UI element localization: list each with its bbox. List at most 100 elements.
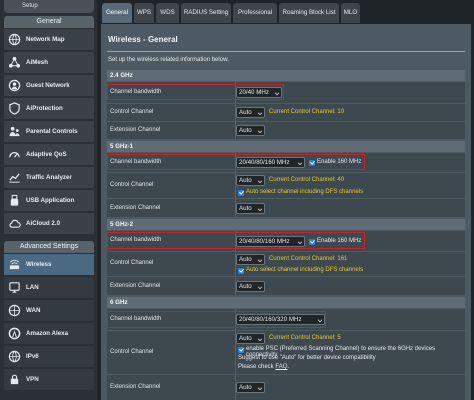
- usb-icon: [8, 194, 21, 207]
- chevron-down-icon: [257, 178, 263, 184]
- sidebar-item-label: IPv6: [26, 353, 39, 360]
- sidebar-item-adaptive-qos[interactable]: Adaptive QoS: [4, 144, 94, 166]
- sidebar-item-usb-application[interactable]: USB Application: [4, 190, 94, 212]
- faq-suffix: .: [287, 364, 290, 370]
- sidebar-item-aiprotection[interactable]: AiProtection: [4, 98, 94, 120]
- tab-professional[interactable]: Professional: [233, 3, 277, 23]
- chevron-down-icon: [257, 128, 263, 134]
- row-extension-6g: Extension Channel Auto: [107, 374, 465, 400]
- control-select-2g[interactable]: Auto: [236, 107, 265, 118]
- chevron-down-icon: [257, 284, 263, 290]
- suggest-auto-text: Suggest to use "Auto" for better device …: [238, 355, 376, 361]
- bandwidth-label: Channel bandwidth: [110, 237, 162, 243]
- dfs-checkbox-5g1[interactable]: [238, 189, 244, 196]
- extension-label: Extension Channel: [110, 205, 161, 211]
- setup-button[interactable]: Setup: [4, 0, 94, 13]
- wan-icon: [8, 304, 21, 317]
- extension-label: Extension Channel: [110, 127, 161, 133]
- sidebar-item-wan[interactable]: WAN: [4, 300, 94, 322]
- bandwidth-select-2g[interactable]: 20/40 MHz: [236, 87, 282, 98]
- select-value: Auto: [239, 283, 252, 290]
- row-control-5g2: Control Channel Auto Current Control Cha…: [107, 251, 465, 276]
- aimesh-icon: [8, 56, 21, 69]
- chevron-down-icon: [257, 385, 263, 391]
- select-value: 20/40/80/160/320 MHz: [239, 316, 302, 323]
- extension-label: Extension Channel: [110, 283, 161, 289]
- traffic-analyzer-icon: [8, 171, 21, 184]
- sidebar-item-label: AiCloud 2.0: [26, 220, 61, 227]
- sidebar-item-label: Guest Network: [26, 82, 70, 89]
- enable-160-checkbox-5g1[interactable]: [309, 159, 315, 166]
- aicloud-icon: [8, 217, 21, 230]
- extension-select-6g[interactable]: Auto: [236, 382, 265, 393]
- tab-wds[interactable]: WDS: [156, 3, 179, 23]
- band-header-5g2: 5 GHz-2: [107, 219, 465, 230]
- chevron-down-icon: [257, 257, 263, 263]
- select-value: Auto: [239, 177, 252, 184]
- extension-select-5g2[interactable]: Auto: [236, 281, 265, 292]
- general-section-header: General: [4, 16, 94, 28]
- dfs-checkbox-5g2[interactable]: [238, 267, 244, 274]
- bandwidth-label: Channel bandwidth: [110, 159, 162, 165]
- select-value: Auto: [239, 205, 252, 212]
- sidebar-item-traffic-analyzer[interactable]: Traffic Analyzer: [4, 167, 94, 189]
- control-select-5g2[interactable]: Auto: [236, 254, 265, 265]
- enable-160-checkbox-5g2[interactable]: [309, 238, 315, 245]
- row-bandwidth-5g1: Channel bandwidth 20/40/80/160 MHz Enabl…: [107, 152, 465, 172]
- bandwidth-select-5g1[interactable]: 20/40/80/160 MHz: [236, 157, 305, 168]
- select-value: 20/40/80/160 MHz: [239, 159, 290, 166]
- sidebar-item-label: AiMesh: [26, 59, 49, 66]
- router-admin-screen: Setup General Network Map AiMesh Guest N…: [0, 0, 474, 400]
- chevron-down-icon: [257, 336, 263, 342]
- sidebar-item-label: USB Application: [26, 197, 75, 204]
- select-value: Auto: [239, 335, 252, 342]
- wireless-icon: [8, 258, 21, 271]
- alexa-icon: [8, 327, 21, 340]
- current-channel-5g1: Current Control Channel: 40: [269, 177, 345, 183]
- guest-network-icon: [8, 79, 21, 92]
- tab-roaming-block-list[interactable]: Roaming Block List: [279, 3, 339, 23]
- extension-select-5g1[interactable]: Auto: [236, 203, 265, 214]
- sidebar-item-guest-network[interactable]: Guest Network: [4, 75, 94, 97]
- chevron-down-icon: [297, 239, 303, 245]
- enable-160-label-5g2: Enable 160 MHz: [317, 238, 362, 244]
- sidebar-item-parental-controls[interactable]: Parental Controls: [4, 121, 94, 143]
- control-select-5g1[interactable]: Auto: [236, 175, 265, 186]
- bandwidth-label: Channel bandwidth: [110, 89, 162, 95]
- sidebar-item-label: Network Map: [26, 36, 65, 43]
- tab-wps[interactable]: WPS: [134, 3, 154, 23]
- bandwidth-label: Channel bandwidth: [110, 316, 162, 322]
- chevron-down-icon: [297, 160, 303, 166]
- bandwidth-select-6g[interactable]: 20/40/80/160/320 MHz: [236, 314, 325, 325]
- parental-controls-icon: [8, 125, 21, 138]
- sidebar-item-label: Wireless: [26, 261, 52, 268]
- sidebar-item-aicloud[interactable]: AiCloud 2.0: [4, 213, 94, 235]
- psc-checkbox-6g[interactable]: [238, 346, 244, 353]
- sidebar-item-label: Adaptive QoS: [26, 151, 67, 158]
- sidebar-item-network-map[interactable]: Network Map: [4, 29, 94, 51]
- extension-select-2g[interactable]: Auto: [236, 125, 265, 136]
- band-header-2g: 2.4 GHz: [107, 70, 465, 81]
- select-value: Auto: [239, 384, 252, 391]
- sidebar-item-ipv6[interactable]: IPv6: [4, 346, 94, 368]
- sidebar-item-amazon-alexa[interactable]: Amazon Alexa: [4, 323, 94, 345]
- select-value: Auto: [239, 256, 252, 263]
- tab-mlo[interactable]: MLO: [341, 3, 360, 23]
- control-select-6g[interactable]: Auto: [236, 333, 265, 344]
- bandwidth-select-5g2[interactable]: 20/40/80/160 MHz: [236, 236, 305, 247]
- sidebar-item-vpn[interactable]: VPN: [4, 369, 94, 391]
- tab-general[interactable]: General: [102, 3, 132, 23]
- select-value: Auto: [239, 127, 252, 134]
- enable-160-label-5g1: Enable 160 MHz: [317, 159, 362, 165]
- ipv6-icon: [8, 350, 21, 363]
- sidebar-item-lan[interactable]: LAN: [4, 277, 94, 299]
- row-control-6g: Control Channel Auto Current Control Cha…: [107, 330, 465, 374]
- faq-link[interactable]: FAQ: [275, 364, 287, 370]
- control-label: Control Channel: [110, 182, 154, 188]
- sidebar-item-wireless[interactable]: Wireless: [4, 254, 94, 276]
- sidebar-item-aimesh[interactable]: AiMesh: [4, 52, 94, 74]
- tab-radius-setting[interactable]: RADIUS Setting: [181, 3, 231, 23]
- title-divider: [107, 51, 465, 52]
- row-bandwidth-6g: Channel bandwidth 20/40/80/160/320 MHz: [107, 308, 465, 330]
- chevron-down-icon: [317, 317, 323, 323]
